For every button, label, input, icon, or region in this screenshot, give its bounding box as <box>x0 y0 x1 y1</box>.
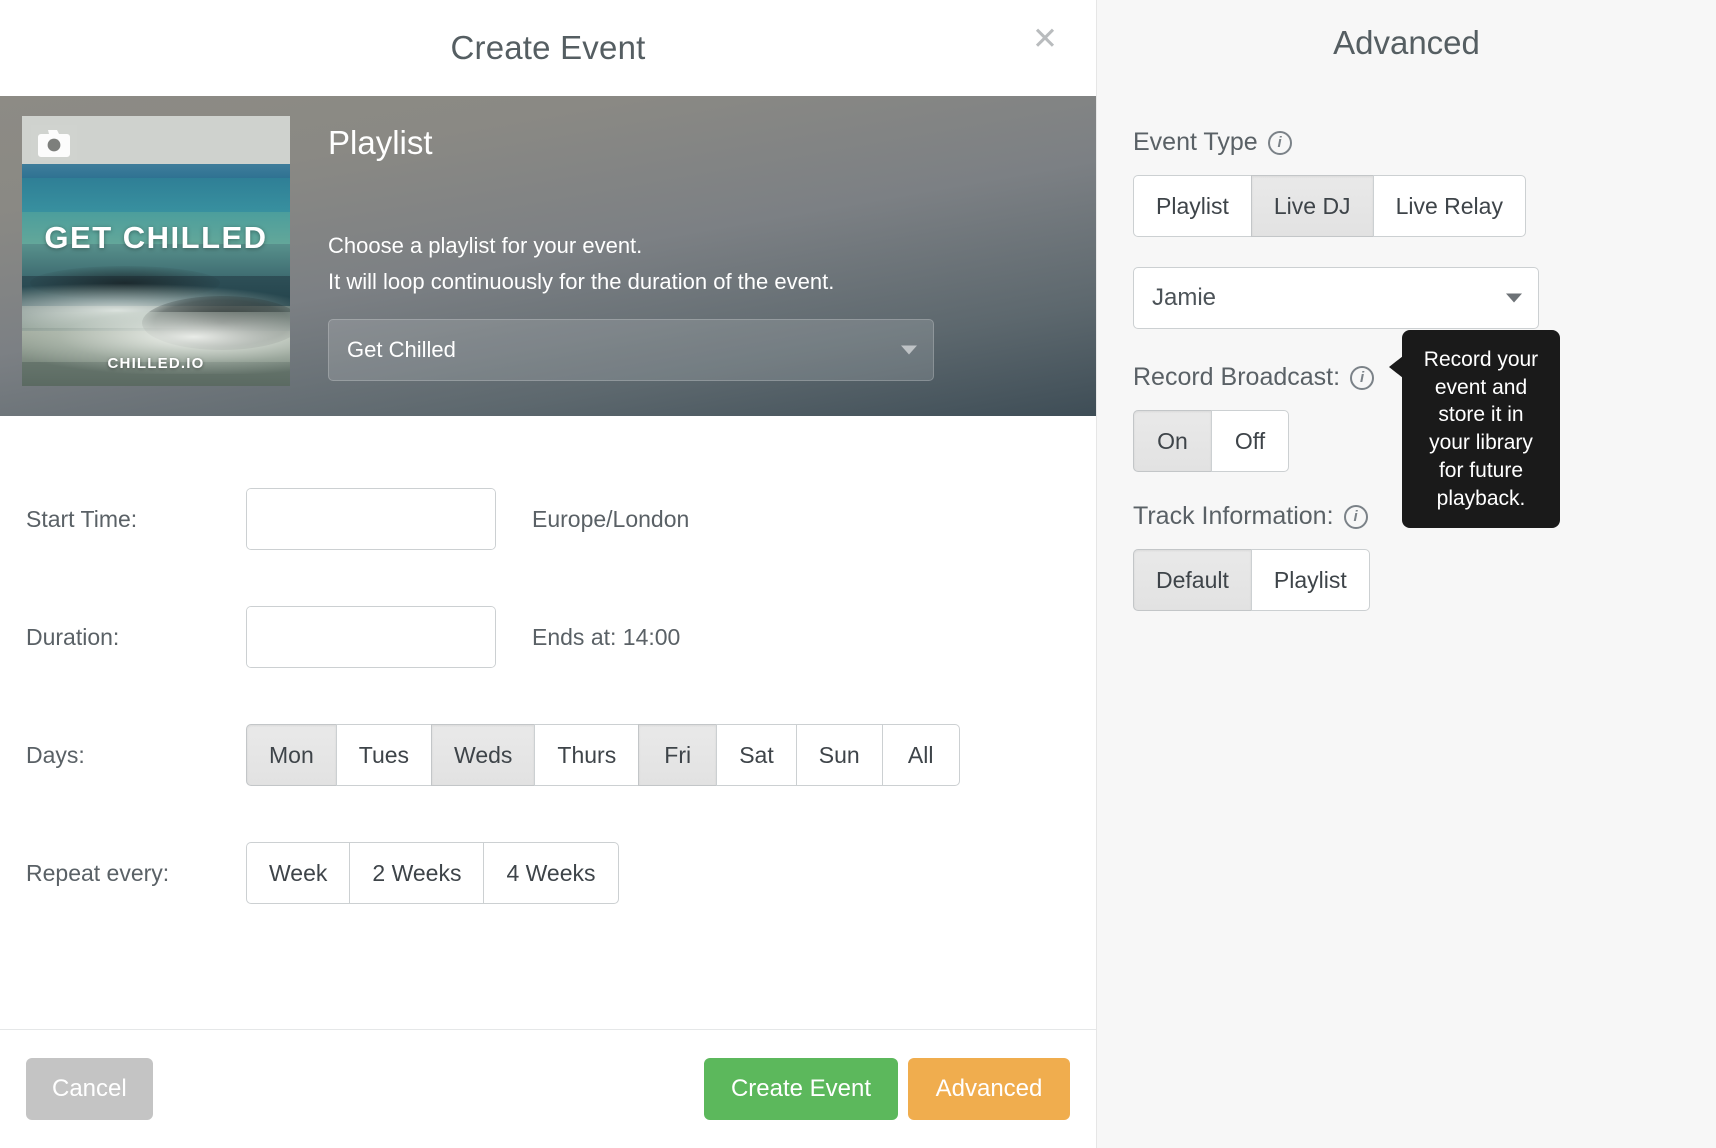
repeat-row: Repeat every: Week2 Weeks4 Weeks <box>0 814 1096 932</box>
info-icon[interactable]: i <box>1344 505 1368 529</box>
playlist-select-value: Get Chilled <box>347 337 456 363</box>
playlist-hero: GET CHILLED CHILLED.IO Playlist Choose a… <box>0 96 1096 416</box>
start-time-input[interactable] <box>247 489 496 549</box>
hero-line-2: It will loop continuously for the durati… <box>328 264 1096 300</box>
event-type-label: Event Type i <box>1133 128 1680 157</box>
event-form: Start Time: Europe/London Duration: <box>0 416 1096 1030</box>
repeat-segmented-control: Week2 Weeks4 Weeks <box>246 842 619 904</box>
day-option-all[interactable]: All <box>882 724 960 786</box>
hero-body: Playlist Choose a playlist for your even… <box>290 116 1096 381</box>
artwork-brand: CHILLED.IO <box>22 355 290 372</box>
hero-heading: Playlist <box>328 124 1096 162</box>
repeat-label: Repeat every: <box>0 860 246 887</box>
create-event-button[interactable]: Create Event <box>704 1058 898 1120</box>
duration-row: Duration: Ends at: 14:00 <box>0 578 1096 696</box>
app-screen: Create Event ✕ GET CHILLED CHILLED.IO <box>0 0 1716 1148</box>
event-type-option-live-relay[interactable]: Live Relay <box>1373 175 1526 237</box>
info-icon[interactable]: i <box>1268 131 1292 155</box>
days-segmented-control: MonTuesWedsThursFriSatSunAll <box>246 724 960 786</box>
duration-field <box>246 606 496 668</box>
repeat-option-2-weeks[interactable]: 2 Weeks <box>349 842 483 904</box>
record-option-off[interactable]: Off <box>1211 410 1289 472</box>
info-icon[interactable]: i <box>1350 366 1374 390</box>
event-type-option-playlist[interactable]: Playlist <box>1133 175 1251 237</box>
day-option-tues[interactable]: Tues <box>336 724 431 786</box>
track-option-default[interactable]: Default <box>1133 549 1251 611</box>
hero-line-1: Choose a playlist for your event. <box>328 228 1096 264</box>
timezone-label: Europe/London <box>532 506 689 533</box>
dj-select-value: Jamie <box>1152 284 1216 312</box>
duration-label: Duration: <box>0 624 246 651</box>
advanced-panel-title: Advanced <box>1097 0 1716 62</box>
modal-footer: Cancel Create Event Advanced <box>0 1030 1096 1148</box>
playlist-select[interactable]: Get Chilled <box>328 319 934 381</box>
track-option-playlist[interactable]: Playlist <box>1251 549 1370 611</box>
advanced-button[interactable]: Advanced <box>908 1058 1070 1120</box>
day-option-mon[interactable]: Mon <box>246 724 336 786</box>
day-option-sun[interactable]: Sun <box>796 724 882 786</box>
track-information-segmented-control: DefaultPlaylist <box>1133 549 1680 611</box>
event-type-label-text: Event Type <box>1133 128 1258 157</box>
event-type-segmented-control: PlaylistLive DJLive Relay <box>1133 175 1680 237</box>
event-type-option-live-dj[interactable]: Live DJ <box>1251 175 1373 237</box>
days-row: Days: MonTuesWedsThursFriSatSunAll <box>0 696 1096 814</box>
day-option-sat[interactable]: Sat <box>716 724 796 786</box>
create-event-modal: Create Event ✕ GET CHILLED CHILLED.IO <box>0 0 1096 1148</box>
record-broadcast-tooltip: Record your event and store it in your l… <box>1402 330 1560 528</box>
record-option-on[interactable]: On <box>1133 410 1211 472</box>
start-time-label: Start Time: <box>0 506 246 533</box>
artwork-title: GET CHILLED <box>22 220 290 256</box>
modal-header: Create Event ✕ <box>0 0 1096 96</box>
close-icon[interactable]: ✕ <box>1028 22 1062 56</box>
cancel-button[interactable]: Cancel <box>26 1058 153 1120</box>
start-time-field <box>246 488 496 550</box>
start-time-row: Start Time: Europe/London <box>0 460 1096 578</box>
chevron-down-icon <box>901 346 917 355</box>
dj-select[interactable]: Jamie <box>1133 267 1539 329</box>
advanced-panel: Advanced Event Type i PlaylistLive DJLiv… <box>1096 0 1716 1148</box>
repeat-option-week[interactable]: Week <box>246 842 349 904</box>
day-option-thurs[interactable]: Thurs <box>534 724 638 786</box>
repeat-option-4-weeks[interactable]: 4 Weeks <box>483 842 618 904</box>
chevron-down-icon <box>1506 294 1522 303</box>
day-option-weds[interactable]: Weds <box>431 724 534 786</box>
track-information-label-text: Track Information: <box>1133 502 1334 531</box>
page-title: Create Event <box>450 29 645 67</box>
days-label: Days: <box>0 742 246 769</box>
playlist-artwork[interactable]: GET CHILLED CHILLED.IO <box>22 116 290 386</box>
camera-icon[interactable] <box>31 125 77 161</box>
duration-input[interactable] <box>247 607 496 667</box>
day-option-fri[interactable]: Fri <box>638 724 716 786</box>
record-broadcast-label-text: Record Broadcast: <box>1133 363 1340 392</box>
ends-at-label: Ends at: 14:00 <box>532 624 680 651</box>
